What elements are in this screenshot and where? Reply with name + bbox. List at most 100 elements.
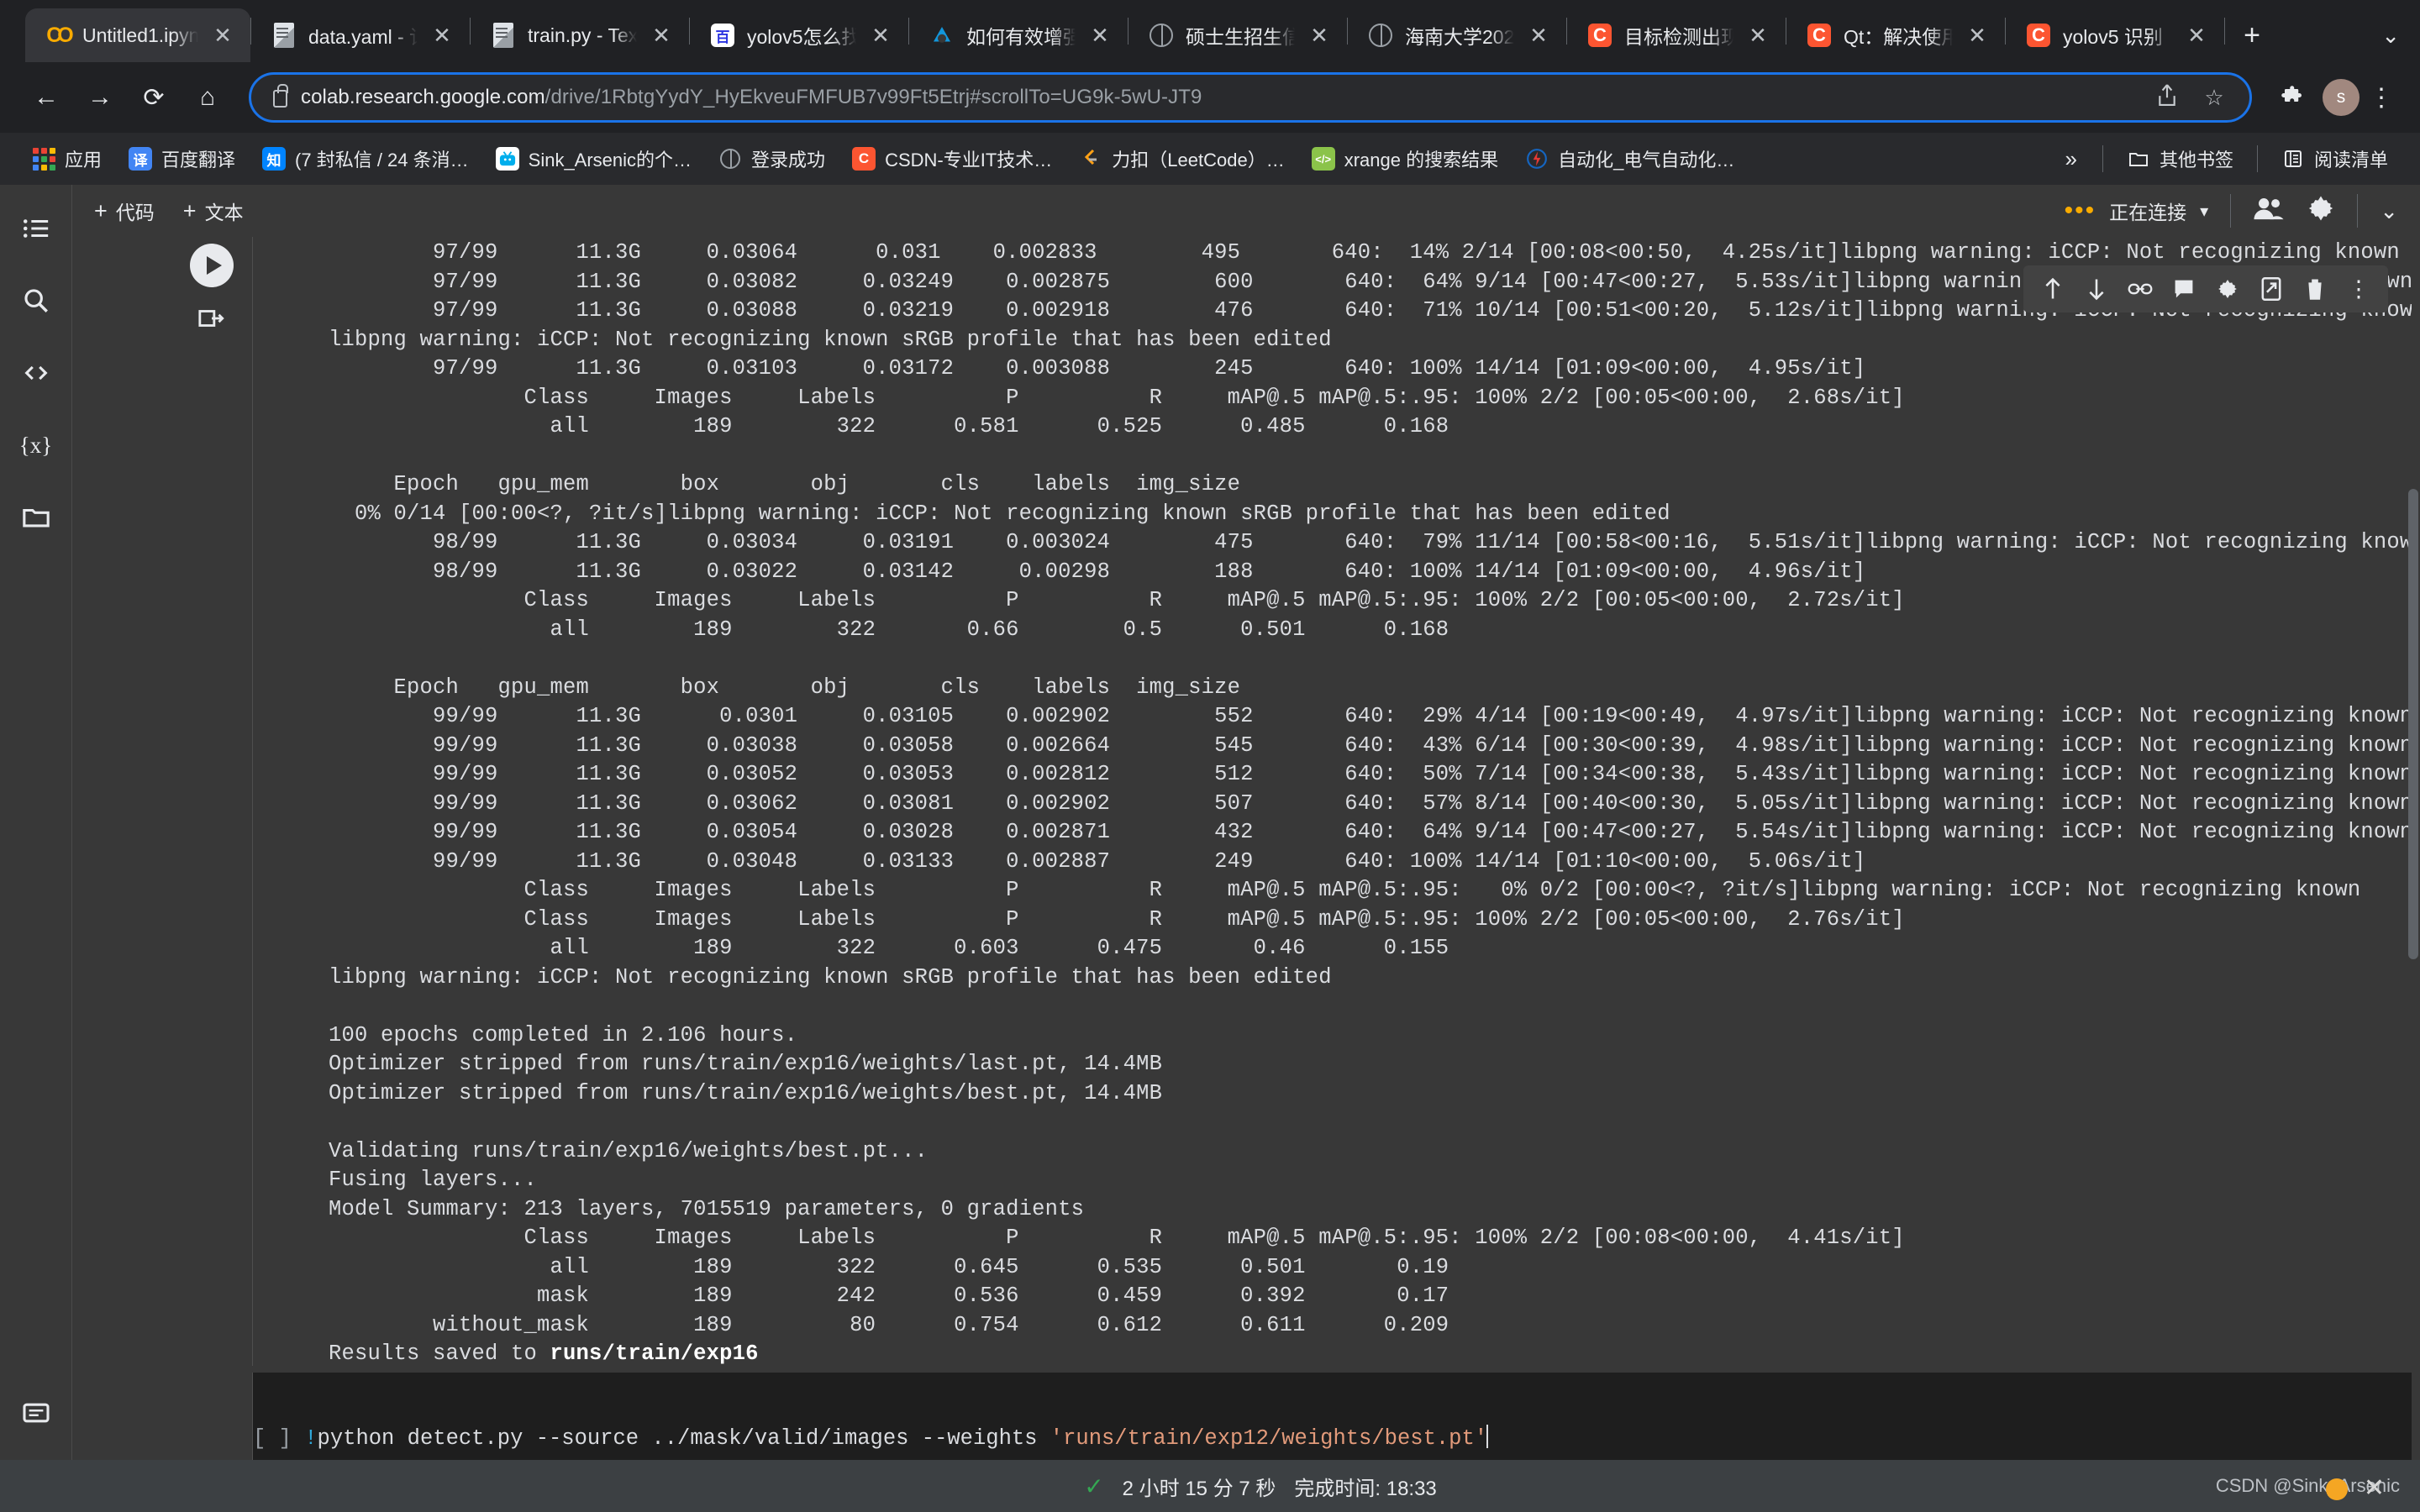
close-tab-icon[interactable]: ✕ xyxy=(1745,24,1770,46)
variables-icon[interactable]: {x} xyxy=(14,423,58,467)
leetcode-icon xyxy=(1079,147,1102,171)
browser-tab-3[interactable]: 百 yolov5怎么找 ✕ xyxy=(690,8,908,62)
reading-list-button[interactable]: 阅读清单 xyxy=(2271,140,2398,177)
vertical-scrollbar[interactable] xyxy=(2408,489,2418,959)
close-tab-icon[interactable]: ✕ xyxy=(2184,24,2209,46)
files-icon[interactable] xyxy=(14,496,58,539)
share-icon[interactable] xyxy=(2150,82,2184,113)
shell-bang: ! xyxy=(304,1426,318,1451)
browser-tab-2[interactable]: train.py - Text Editor ✕ xyxy=(471,8,689,62)
connect-status-button[interactable]: ••• 正在连接 ▾ xyxy=(2065,197,2209,225)
tab-search-chevron-icon[interactable]: ⌄ xyxy=(2381,23,2400,49)
toc-icon[interactable] xyxy=(14,207,58,250)
tab-title: Untitled1.ipynb - Colaborat xyxy=(82,24,198,46)
close-tab-icon[interactable]: ✕ xyxy=(1526,24,1551,46)
close-tab-icon[interactable]: ✕ xyxy=(1087,24,1113,46)
bookmark-item-5[interactable]: C CSDN-专业IT技术… xyxy=(842,140,1062,177)
move-down-icon[interactable] xyxy=(2077,270,2116,308)
tab-title: train.py - Text Editor xyxy=(528,24,637,46)
aliyun-icon xyxy=(929,23,955,48)
tab-title: 目标检测出现 xyxy=(1624,26,1733,48)
more-vert-icon[interactable]: ⋮ xyxy=(2339,270,2378,308)
shell-string-arg: 'runs/train/exp12/weights/best.pt' xyxy=(1050,1426,1488,1451)
bookmark-item-4[interactable]: 登录成功 xyxy=(708,140,835,177)
bookmark-star-icon[interactable]: ☆ xyxy=(2197,85,2231,111)
puzzle-icon[interactable] xyxy=(2269,73,2317,122)
link-icon[interactable] xyxy=(2121,270,2160,308)
bookmark-label: CSDN-专业IT技术… xyxy=(885,150,1053,171)
tab-title: yolov5 识别 xyxy=(2063,26,2163,48)
bookmark-label: 自动化_电气自动化… xyxy=(1558,150,1735,171)
new-tab-button[interactable]: + xyxy=(2225,8,2279,62)
bookmark-label: Sink_Arsenic的个… xyxy=(528,150,692,171)
colab-main: + 代码 + 文本 ••• 正在连接 ▾ ⌄ 97/99 11.3G 0.030… xyxy=(72,185,2420,1460)
bookmark-item-7[interactable]: </> xrange 的搜索结果 xyxy=(1302,140,1508,177)
bookmark-item-6[interactable]: 力扣（LeetCode）… xyxy=(1069,140,1294,177)
watermark: CSDN @Sink_Arsenic ✕ xyxy=(2216,1474,2400,1502)
open-in-new-icon[interactable] xyxy=(2252,270,2291,308)
execution-status: ✓ 2 小时 15 分 7 秒 完成时间: 18:33 xyxy=(1084,1472,1437,1501)
bookmark-label: 登录成功 xyxy=(751,150,826,171)
move-up-icon[interactable] xyxy=(2033,270,2072,308)
browser-tab-4[interactable]: 如何有效增强 ✕ xyxy=(909,8,1128,62)
run-cell-icon[interactable] xyxy=(190,244,234,287)
close-tab-icon[interactable]: ✕ xyxy=(429,24,455,46)
browser-tab-6[interactable]: 海南大学2022 ✕ xyxy=(1348,8,1566,62)
terminal-icon[interactable] xyxy=(14,1391,58,1435)
colab-toolbar-right: ••• 正在连接 ▾ ⌄ xyxy=(2065,194,2398,228)
close-tab-icon[interactable]: ✕ xyxy=(649,24,674,46)
bookmark-item-2[interactable]: 知 (7 封私信 / 24 条消… xyxy=(252,140,479,177)
next-cell-code: [ ] !python detect.py --source ../mask/v… xyxy=(253,1373,2412,1453)
bookmark-item-1[interactable]: 译 百度翻译 xyxy=(118,140,245,177)
colab-toolbar: + 代码 + 文本 ••• 正在连接 ▾ ⌄ xyxy=(72,185,2420,237)
text-file-icon xyxy=(271,23,297,48)
chrome-menu-icon[interactable]: ⋮ xyxy=(2365,85,2398,110)
cell-prompt: [ ] xyxy=(253,1426,292,1451)
add-text-cell-button[interactable]: + 文本 xyxy=(183,197,244,225)
output-body: 97/99 11.3G 0.03064 0.031 0.002833 495 6… xyxy=(329,240,2412,1366)
close-tab-icon[interactable]: ✕ xyxy=(1965,24,1990,46)
bookmark-item-8[interactable]: 自动化_电气自动化… xyxy=(1515,140,1744,177)
output-toggle-icon[interactable] xyxy=(192,299,231,338)
code-icon: </> xyxy=(1311,147,1335,171)
close-tab-icon[interactable]: ✕ xyxy=(868,24,893,46)
comment-icon[interactable] xyxy=(2165,270,2203,308)
bookmark-item-3[interactable]: Sink_Arsenic的个… xyxy=(486,140,702,177)
browser-tab-9[interactable]: C yolov5 识别 ✕ xyxy=(2006,8,2224,62)
people-icon[interactable] xyxy=(2253,196,2285,226)
folder-icon xyxy=(2127,147,2150,171)
back-button[interactable]: ← xyxy=(22,73,71,122)
address-bar[interactable]: colab.research.google.com/drive/1RbtgYyd… xyxy=(249,72,2252,123)
notebook-area: 97/99 11.3G 0.03064 0.031 0.002833 495 6… xyxy=(72,237,2420,1460)
browser-tab-1[interactable]: data.yaml - 记事本 ✕ xyxy=(251,8,470,62)
browser-tab-8[interactable]: C Qt：解决使用 ✕ xyxy=(1786,8,2005,62)
cell-output-text: 97/99 11.3G 0.03064 0.031 0.002833 495 6… xyxy=(253,237,2412,1366)
close-tab-icon[interactable]: ✕ xyxy=(1307,24,1332,46)
browser-tab-7[interactable]: C 目标检测出现 ✕ xyxy=(1567,8,1786,62)
other-bookmarks-button[interactable]: 其他书签 xyxy=(2117,140,2244,177)
collapse-toolbar-chevron-icon[interactable]: ⌄ xyxy=(2380,198,2398,224)
watermark-blob-icon xyxy=(2326,1478,2348,1500)
cell-gutter xyxy=(171,244,252,338)
bookmark-item-0[interactable]: 应用 xyxy=(22,140,112,177)
delete-icon[interactable] xyxy=(2296,270,2334,308)
settings-icon[interactable] xyxy=(2208,270,2247,308)
next-code-cell[interactable]: [ ] !python detect.py --source ../mask/v… xyxy=(252,1373,2412,1460)
avatar[interactable]: s xyxy=(2323,79,2360,116)
code-snippets-icon[interactable] xyxy=(14,351,58,395)
browser-tab-0[interactable]: CO Untitled1.ipynb - Colaborat ✕ xyxy=(25,8,250,62)
tab-strip: CO Untitled1.ipynb - Colaborat ✕ data.ya… xyxy=(0,0,2420,62)
gear-icon[interactable] xyxy=(2307,194,2335,228)
reload-button[interactable]: ⟳ xyxy=(129,73,178,122)
close-tab-icon[interactable]: ✕ xyxy=(210,24,235,46)
add-code-cell-button[interactable]: + 代码 xyxy=(94,197,155,225)
browser-tab-5[interactable]: 硕士生招生信 ✕ xyxy=(1128,8,1347,62)
forward-button[interactable]: → xyxy=(76,73,124,122)
home-button[interactable]: ⌂ xyxy=(183,73,232,122)
bookmark-label: 力扣（LeetCode）… xyxy=(1112,150,1285,171)
watermark-close-icon[interactable]: ✕ xyxy=(2364,1473,2385,1503)
bookmarks-overflow-button[interactable]: » xyxy=(2054,146,2089,172)
navigation-bar: ← → ⟳ ⌂ colab.research.google.com/drive/… xyxy=(0,62,2420,133)
search-icon[interactable] xyxy=(14,279,58,323)
lightning-icon xyxy=(1525,147,1549,171)
